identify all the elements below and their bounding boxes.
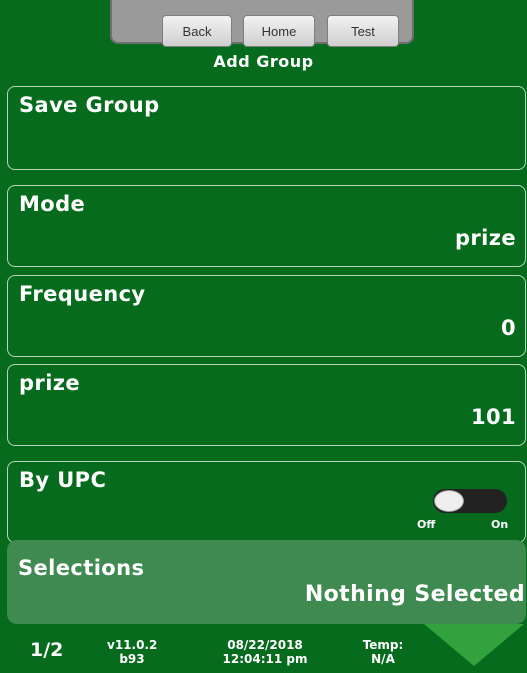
top-nav-bar: Back Home Test: [110, 0, 414, 47]
temp-label: Temp:: [362, 638, 404, 652]
toggle-off-label: Off: [417, 518, 436, 531]
build-text: b93: [119, 652, 145, 666]
by-upc-label: By UPC: [19, 468, 107, 492]
toggle-knob: [434, 490, 464, 512]
save-group-label: Save Group: [19, 93, 160, 117]
home-button[interactable]: Home: [243, 15, 315, 47]
frequency-row[interactable]: Frequency 0: [7, 275, 526, 357]
toggle-on-label: On: [491, 518, 509, 531]
version-text: v11.0.2: [107, 638, 158, 652]
mode-label: Mode: [19, 192, 86, 216]
mode-value: prize: [454, 226, 516, 250]
selections-value: Nothing Selected: [304, 582, 525, 607]
version-info: v11.0.2 b93: [107, 638, 157, 666]
page-indicator: 1/2: [30, 639, 64, 661]
back-button[interactable]: Back: [162, 15, 232, 47]
date-text: 08/22/2018: [227, 638, 303, 652]
frequency-label: Frequency: [19, 282, 146, 306]
prize-row[interactable]: prize 101: [7, 364, 526, 446]
prize-label: prize: [19, 371, 81, 395]
test-button[interactable]: Test: [327, 15, 399, 47]
next-page-triangle-down-icon[interactable]: [424, 624, 524, 666]
time-text: 12:04:11 pm: [222, 652, 308, 666]
mode-row[interactable]: Mode prize: [7, 185, 526, 267]
selections-row[interactable]: Selections Nothing Selected: [7, 540, 526, 624]
frequency-value: 0: [500, 316, 516, 340]
selections-label: Selections: [18, 556, 145, 580]
temp-info: Temp: N/A: [355, 638, 411, 666]
page-title: Add Group: [213, 52, 314, 71]
by-upc-row[interactable]: By UPC Off On: [7, 461, 526, 543]
datetime-info: 08/22/2018 12:04:11 pm: [205, 638, 325, 666]
by-upc-toggle[interactable]: [433, 489, 507, 513]
prize-value: 101: [470, 405, 516, 429]
save-group-button[interactable]: Save Group: [7, 86, 526, 170]
temp-value: N/A: [371, 652, 395, 666]
